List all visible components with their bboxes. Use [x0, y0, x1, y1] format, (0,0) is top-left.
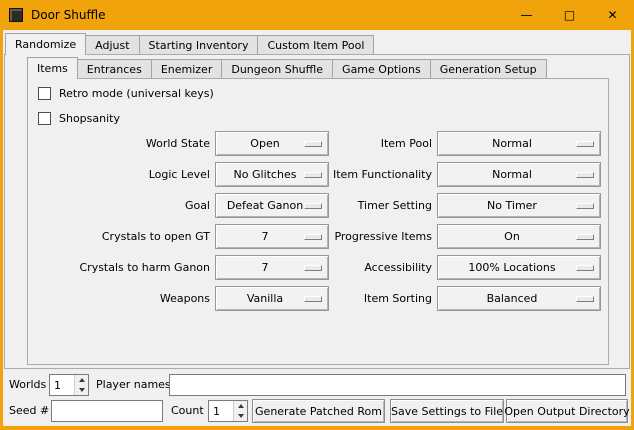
seed-input[interactable]: [51, 400, 163, 422]
accessibility-label: Accessibility: [318, 255, 432, 280]
inner-tabbar: Items Entrances Enemizer Dungeon Shuffle…: [27, 57, 547, 78]
crystals-harm-ganon-label: Crystals to harm Ganon: [28, 255, 210, 280]
item-pool-label: Item Pool: [318, 131, 432, 156]
tab-custom-item-pool[interactable]: Custom Item Pool: [258, 35, 374, 54]
tab-items[interactable]: Items: [27, 57, 78, 79]
worlds-label: Worlds: [9, 374, 46, 396]
dropdown-indicator-icon: [576, 265, 594, 271]
item-sorting-label: Item Sorting: [318, 286, 432, 311]
shopsanity-checkbox[interactable]: Shopsanity: [38, 112, 120, 125]
spinner-buttons: [233, 401, 247, 421]
player-names-input[interactable]: [169, 374, 626, 396]
world-state-dropdown[interactable]: Open: [215, 131, 329, 156]
window-controls: — □ ✕: [505, 0, 634, 30]
save-settings-button[interactable]: Save Settings to File: [390, 399, 504, 423]
shopsanity-label: Shopsanity: [59, 112, 120, 125]
close-button[interactable]: ✕: [591, 0, 634, 30]
world-state-label: World State: [28, 131, 210, 156]
timer-setting-dropdown[interactable]: No Timer: [437, 193, 601, 218]
spin-down-icon[interactable]: [234, 411, 247, 421]
progressive-items-dropdown[interactable]: On: [437, 224, 601, 249]
tab-game-options[interactable]: Game Options: [333, 59, 431, 78]
tab-enemizer[interactable]: Enemizer: [152, 59, 223, 78]
maximize-button[interactable]: □: [548, 0, 591, 30]
tab-starting-inventory[interactable]: Starting Inventory: [140, 35, 259, 54]
retro-mode-checkbox[interactable]: Retro mode (universal keys): [38, 87, 214, 100]
app-icon: [9, 8, 23, 22]
door-shuffle-window: Door Shuffle — □ ✕ Randomize Adjust Star…: [0, 0, 634, 430]
crystals-open-gt-dropdown[interactable]: 7: [215, 224, 329, 249]
accessibility-dropdown[interactable]: 100% Locations: [437, 255, 601, 280]
tab-randomize[interactable]: Randomize: [5, 33, 86, 55]
window-title: Door Shuffle: [31, 8, 105, 22]
retro-mode-label: Retro mode (universal keys): [59, 87, 214, 100]
timer-setting-label: Timer Setting: [318, 193, 432, 218]
spin-up-icon[interactable]: [75, 375, 88, 385]
worlds-input[interactable]: [50, 375, 74, 395]
items-pane: Retro mode (universal keys) Shopsanity W…: [27, 78, 609, 365]
crystals-open-gt-label: Crystals to open GT: [28, 224, 210, 249]
item-sorting-dropdown[interactable]: Balanced: [437, 286, 601, 311]
checkbox-icon[interactable]: [38, 112, 51, 125]
tab-generation-setup[interactable]: Generation Setup: [431, 59, 547, 78]
titlebar: Door Shuffle — □ ✕: [0, 0, 634, 30]
worlds-spinner[interactable]: [49, 374, 89, 396]
count-label: Count: [171, 400, 204, 422]
dropdown-indicator-icon: [576, 203, 594, 209]
outer-tabbar: Randomize Adjust Starting Inventory Cust…: [5, 32, 374, 54]
item-pool-dropdown[interactable]: Normal: [437, 131, 601, 156]
logic-level-dropdown[interactable]: No Glitches: [215, 162, 329, 187]
spin-down-icon[interactable]: [75, 385, 88, 395]
spin-up-icon[interactable]: [234, 401, 247, 411]
logic-level-label: Logic Level: [28, 162, 210, 187]
goal-dropdown[interactable]: Defeat Ganon: [215, 193, 329, 218]
tab-dungeon-shuffle[interactable]: Dungeon Shuffle: [222, 59, 333, 78]
dropdown-indicator-icon: [576, 172, 594, 178]
generate-patched-rom-button[interactable]: Generate Patched Rom: [252, 399, 385, 423]
item-functionality-label: Item Functionality: [318, 162, 432, 187]
seed-label: Seed #: [9, 400, 49, 422]
weapons-dropdown[interactable]: Vanilla: [215, 286, 329, 311]
dropdown-indicator-icon: [576, 296, 594, 302]
dropdown-indicator-icon: [576, 141, 594, 147]
count-input[interactable]: [209, 401, 233, 421]
minimize-button[interactable]: —: [505, 0, 548, 30]
weapons-label: Weapons: [28, 286, 210, 311]
spinner-buttons: [74, 375, 88, 395]
tab-adjust[interactable]: Adjust: [86, 35, 139, 54]
goal-label: Goal: [28, 193, 210, 218]
count-spinner[interactable]: [208, 400, 248, 422]
checkbox-icon[interactable]: [38, 87, 51, 100]
tab-entrances[interactable]: Entrances: [78, 59, 152, 78]
player-names-label: Player names: [96, 374, 171, 396]
dropdown-indicator-icon: [576, 234, 594, 240]
window-content: Randomize Adjust Starting Inventory Cust…: [3, 30, 631, 426]
open-output-directory-button[interactable]: Open Output Directory: [506, 399, 628, 423]
progressive-items-label: Progressive Items: [318, 224, 432, 249]
item-functionality-dropdown[interactable]: Normal: [437, 162, 601, 187]
crystals-harm-ganon-dropdown[interactable]: 7: [215, 255, 329, 280]
